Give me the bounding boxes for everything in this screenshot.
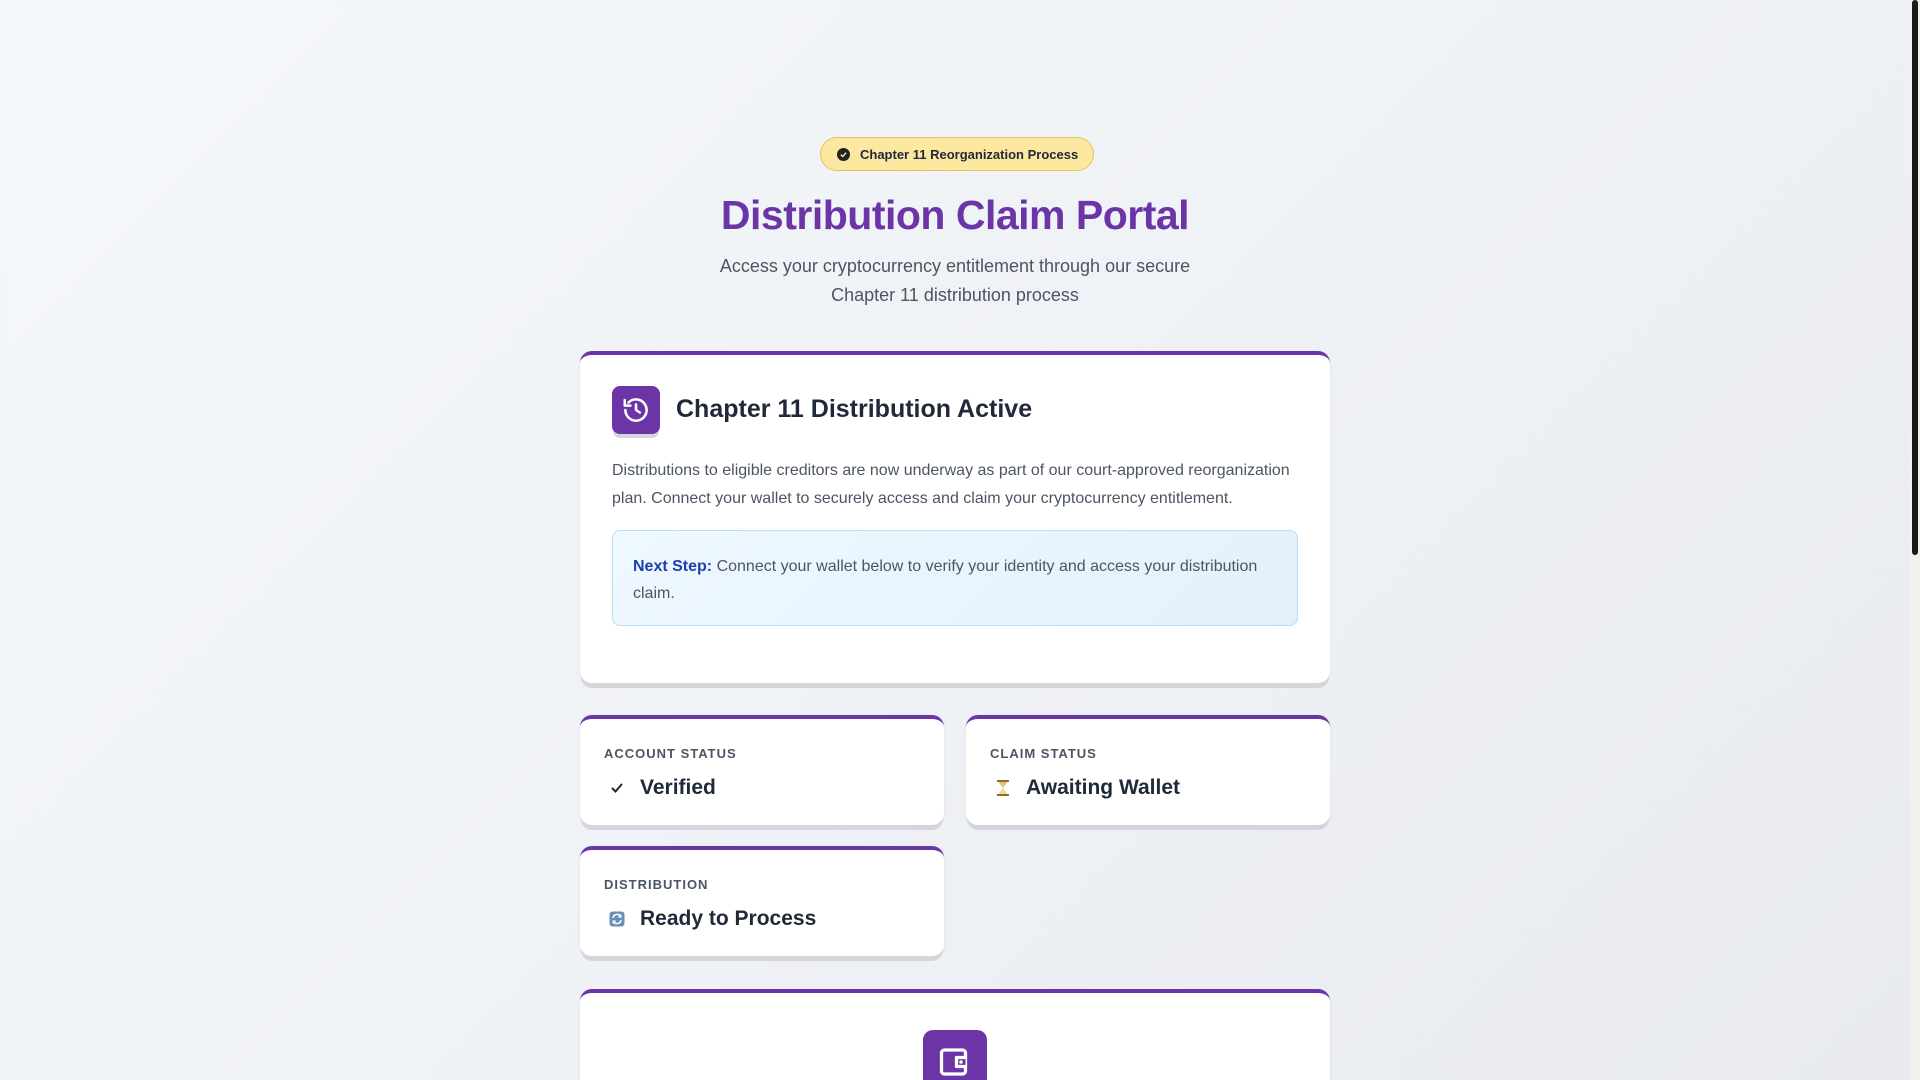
wallet-connect-card (580, 989, 1330, 1080)
next-step-label: Next Step: (633, 558, 713, 575)
claim-status-value: Awaiting Wallet (1026, 776, 1181, 799)
account-status-value: Verified (640, 776, 716, 799)
history-icon (612, 386, 660, 434)
distribution-card: DISTRIBUTION Ready to Process (580, 846, 944, 956)
distribution-active-card: Chapter 11 Distribution Active Distribut… (580, 351, 1330, 683)
card-body-text: Distributions to eligible creditors are … (612, 462, 1290, 507)
next-step-box: Next Step: Connect your wallet below to … (612, 530, 1298, 626)
claim-status-label: CLAIM STATUS (990, 746, 1097, 761)
account-status-label: ACCOUNT STATUS (604, 746, 737, 761)
scrollbar[interactable] (1910, 0, 1920, 1080)
distribution-label: DISTRIBUTION (604, 877, 709, 892)
shield-check-icon (837, 147, 850, 161)
wallet-icon (923, 1030, 987, 1080)
page-subtitle: Access your cryptocurrency entitlement t… (719, 256, 1191, 305)
page: Chapter 11 Reorganization Process Distri… (0, 0, 1910, 1080)
card-title: Chapter 11 Distribution Active (676, 395, 1033, 423)
next-step-text: Connect your wallet below to verify your… (633, 558, 1258, 602)
checkmark-icon (604, 775, 630, 801)
scrollbar-thumb[interactable] (1912, 0, 1918, 555)
distribution-value: Ready to Process (640, 907, 817, 930)
account-status-card: ACCOUNT STATUS Verified (580, 715, 944, 825)
process-badge: Chapter 11 Reorganization Process (820, 137, 1095, 171)
hourglass-icon (990, 775, 1016, 801)
refresh-icon (604, 906, 630, 932)
page-title: Distribution Claim Portal (720, 192, 1190, 238)
badge-text: Chapter 11 Reorganization Process (860, 146, 1079, 162)
claim-status-card: CLAIM STATUS Awaiting Wallet (966, 715, 1330, 825)
